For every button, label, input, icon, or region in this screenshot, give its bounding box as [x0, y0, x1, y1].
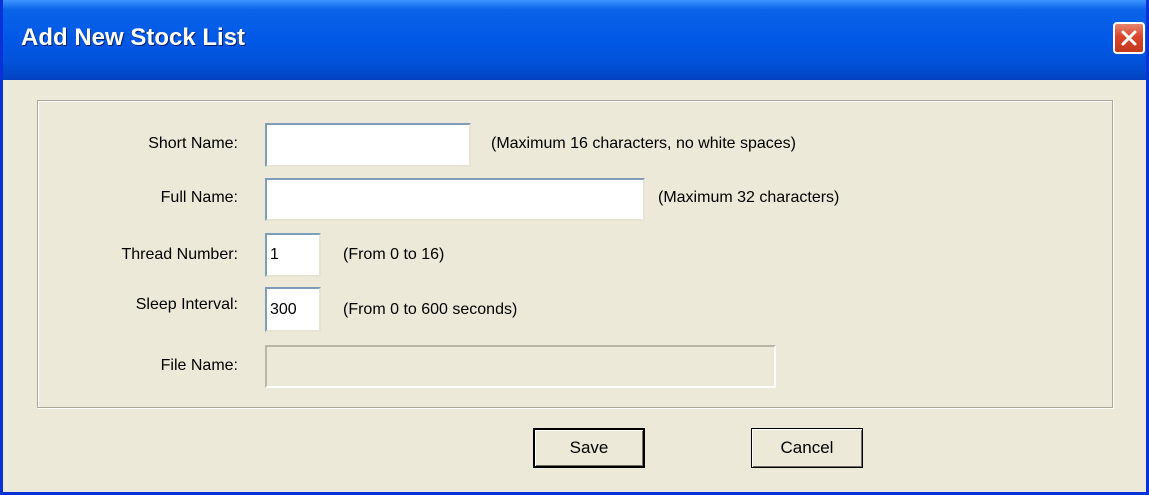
- title-bar[interactable]: Add New Stock List: [3, 0, 1146, 80]
- close-button[interactable]: [1113, 22, 1145, 54]
- save-button[interactable]: Save: [533, 428, 645, 468]
- window-title: Add New Stock List: [21, 24, 246, 51]
- full-name-input[interactable]: [265, 178, 645, 221]
- full-name-hint: (Maximum 32 characters): [658, 189, 840, 206]
- dialog-window: Add New Stock List Short Name: (Maximum …: [0, 0, 1149, 495]
- short-name-input[interactable]: [265, 123, 471, 167]
- thread-number-label: Thread Number:: [121, 246, 239, 263]
- sleep-interval-label: Sleep Interval:: [135, 296, 238, 313]
- short-name-label: Short Name:: [148, 135, 238, 152]
- thread-number-input[interactable]: [265, 233, 321, 277]
- sleep-interval-hint: (From 0 to 600 seconds): [343, 301, 518, 318]
- close-icon: [1121, 30, 1137, 46]
- dialog-body: Short Name: (Maximum 16 characters, no w…: [3, 80, 1146, 492]
- file-name-input: [265, 345, 776, 388]
- form-groupbox: Short Name: (Maximum 16 characters, no w…: [37, 100, 1113, 408]
- short-name-hint: (Maximum 16 characters, no white spaces): [491, 135, 796, 152]
- sleep-interval-input[interactable]: [265, 287, 321, 332]
- file-name-label: File Name:: [160, 357, 238, 374]
- thread-number-hint: (From 0 to 16): [343, 246, 445, 263]
- full-name-label: Full Name:: [160, 189, 238, 206]
- cancel-button[interactable]: Cancel: [751, 428, 863, 468]
